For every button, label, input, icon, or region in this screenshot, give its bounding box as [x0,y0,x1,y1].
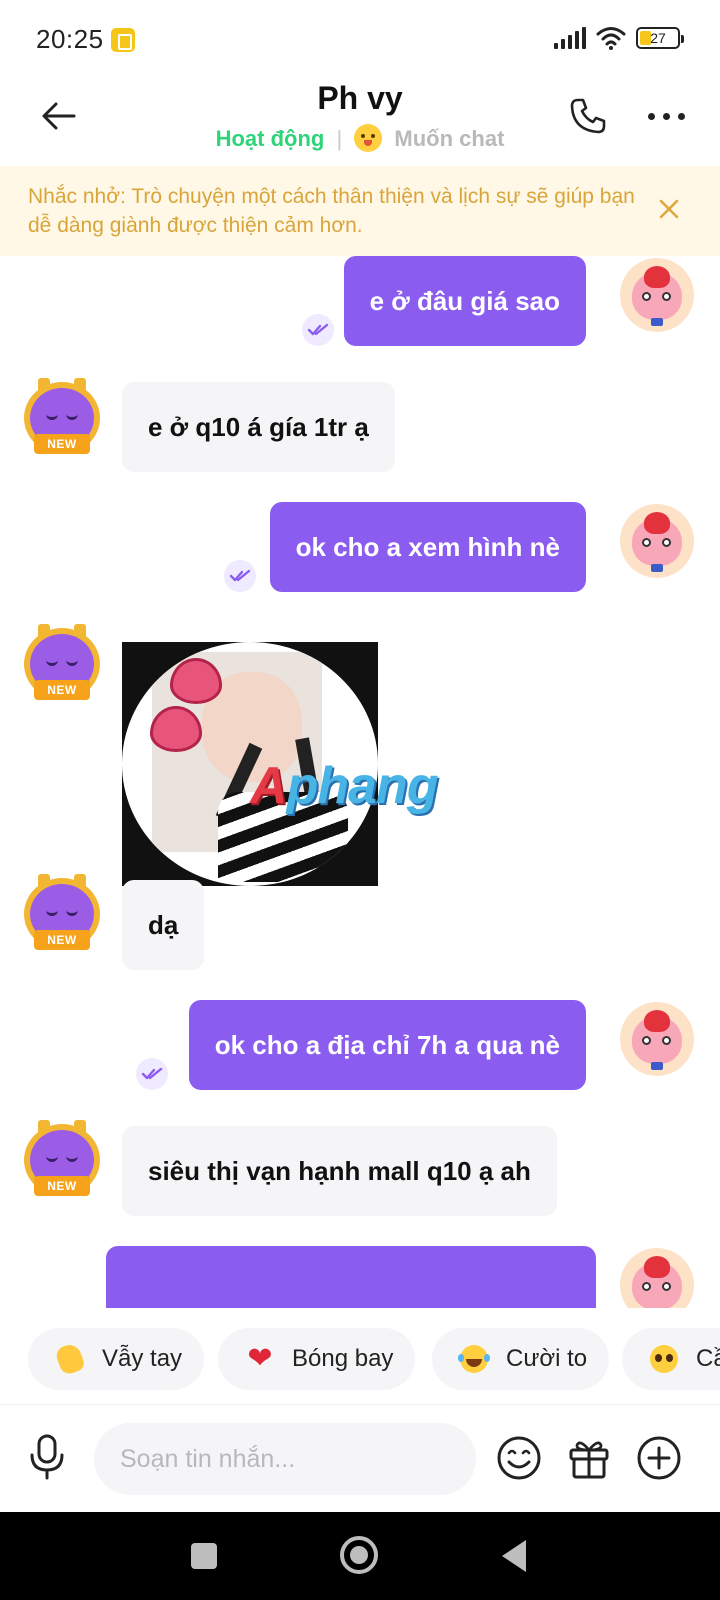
my-avatar[interactable] [620,504,694,578]
pleading-face-icon [648,1343,680,1375]
excited-face-icon [354,124,383,152]
more-attachments-button[interactable] [636,1435,682,1481]
message-text: ok cho a xem hình nè [295,531,560,562]
status-time: 20:25 [36,24,104,54]
plus-circle-icon [637,1436,681,1480]
new-badge: NEW [34,1176,90,1196]
smiley-icon [497,1436,541,1480]
message-text: siêu thị vạn hạnh mall q10 ạ ah [148,1155,531,1186]
new-badge: NEW [34,930,90,950]
signal-icon [554,27,586,49]
gift-icon [569,1441,609,1479]
read-receipt-icon [136,1058,168,1090]
more-dot-icon [647,112,655,120]
gift-button[interactable] [566,1435,612,1481]
status-icons: 27 [554,26,684,50]
my-avatar[interactable] [620,1248,694,1308]
reaction-wave[interactable]: Vẫy tay [28,1328,205,1390]
battery-level: 27 [650,30,666,46]
my-avatar[interactable] [620,1002,694,1076]
contact-avatar[interactable]: NEW [20,872,106,958]
received-message-bubble[interactable]: e ở q10 á gía 1tr ạ [122,382,395,472]
more-options-button[interactable] [642,92,690,140]
contact-avatar[interactable]: NEW [20,622,106,708]
more-dot-icon [677,112,685,120]
want-chat-status: Muốn chat [394,126,505,151]
status-bar: 20:25 27 [0,0,720,80]
status-separator: | [336,126,343,151]
reaction-laugh[interactable]: Cười to [432,1328,610,1390]
composer-bar [0,1404,720,1512]
contact-status: Hoạt động | Muốn chat [0,124,720,152]
reminder-banner: Nhắc nhở: Trò chuyện một cách thân thiện… [0,166,720,256]
new-badge: NEW [34,680,90,700]
contact-name: Ph vy [317,80,403,116]
more-dot-icon [662,112,670,120]
wifi-icon [596,27,626,50]
sent-message-bubble[interactable]: ok cho a địa chỉ 7h a qua nè [188,1000,586,1090]
message-text: ok cho a địa chỉ 7h a qua nè [214,1029,560,1060]
my-avatar[interactable] [620,258,694,332]
active-status: Hoạt động [215,126,325,151]
reaction-plead[interactable]: Cầ [622,1328,720,1390]
received-message-bubble[interactable]: siêu thị vạn hạnh mall q10 ạ ah [122,1126,557,1216]
message-input[interactable] [94,1423,476,1495]
sent-message-bubble[interactable]: ok cho a xem hình nè [269,502,586,592]
battery-icon: 27 [636,27,684,49]
quick-reaction-bar: Vẫy tay ❤ Bóng bay Cười to Cầ [0,1308,720,1404]
sent-message-bubble[interactable] [106,1246,596,1308]
message-text: e ở đâu giá sao [369,285,560,316]
chat-header: Ph vy Hoạt động | Muốn chat [0,80,720,166]
phone-icon [570,98,606,134]
call-button[interactable] [564,92,612,140]
contact-avatar[interactable]: NEW [20,376,106,462]
waving-hand-icon [53,1341,87,1377]
message-text: dạ [148,909,179,940]
message-text: e ở q10 á gía 1tr ạ [148,411,369,442]
voice-record-button[interactable] [26,1433,68,1481]
reaction-label: Bóng bay [292,1345,394,1372]
home-button[interactable] [340,1536,378,1574]
message-list[interactable]: e ở đâu giá sao NEW e ở q10 á gía 1tr ạ … [0,256,720,1308]
close-icon [659,199,679,219]
reminder-text: Nhắc nhở: Trò chuyện một cách thân thiện… [28,185,635,237]
new-badge: NEW [34,434,90,454]
watermark-logo: Aphang [250,757,439,815]
reaction-label: Cười to [506,1345,588,1372]
system-back-button[interactable] [502,1540,526,1572]
laughing-face-icon [458,1343,490,1375]
close-reminder-button[interactable] [654,194,684,224]
emoji-button[interactable] [496,1435,542,1481]
recent-apps-button[interactable] [191,1543,217,1569]
contact-avatar[interactable]: NEW [20,1118,106,1204]
reaction-balloon[interactable]: ❤ Bóng bay [218,1328,416,1390]
received-message-bubble[interactable]: dạ [122,880,205,970]
reaction-label: Cầ [696,1345,720,1372]
sent-message-bubble[interactable]: e ở đâu giá sao [343,256,586,346]
heart-icon: ❤ [247,1342,273,1375]
microphone-icon [30,1434,64,1480]
reaction-label: Vẫy tay [102,1345,183,1372]
notification-app-icon [111,28,135,52]
system-navigation-bar [0,1512,720,1600]
read-receipt-icon [224,560,256,592]
read-receipt-icon [302,314,334,346]
